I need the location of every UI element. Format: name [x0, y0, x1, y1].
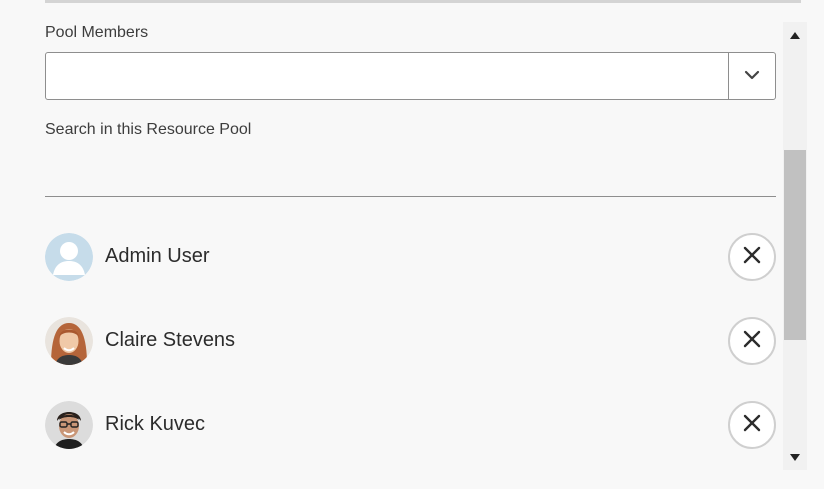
- scrollbar-thumb[interactable]: [784, 150, 806, 340]
- top-divider: [45, 0, 801, 3]
- scroll-up-button[interactable]: [783, 24, 807, 46]
- pool-members-input[interactable]: [46, 53, 728, 99]
- pool-members-combobox[interactable]: [45, 52, 776, 100]
- remove-member-button[interactable]: [728, 233, 776, 281]
- divider: [45, 196, 776, 197]
- scroll-down-button[interactable]: [783, 446, 807, 468]
- triangle-down-icon: [790, 448, 800, 466]
- close-icon: [742, 245, 762, 270]
- pool-members-dropdown-button[interactable]: [728, 53, 775, 99]
- avatar: [45, 401, 93, 449]
- member-row: Rick Kuvec: [45, 401, 776, 449]
- member-row: Admin User: [45, 233, 776, 281]
- chevron-down-icon: [744, 67, 760, 85]
- resource-pool-panel: Pool Members Search in this Resource Poo…: [0, 0, 824, 489]
- avatar: [45, 233, 93, 281]
- vertical-scrollbar[interactable]: [783, 22, 807, 470]
- close-icon: [742, 329, 762, 354]
- remove-member-button[interactable]: [728, 401, 776, 449]
- close-icon: [742, 413, 762, 438]
- member-name: Rick Kuvec: [105, 413, 206, 435]
- avatar: [45, 317, 93, 365]
- member-name: Admin User: [105, 245, 210, 267]
- remove-member-button[interactable]: [728, 317, 776, 365]
- triangle-up-icon: [790, 26, 800, 44]
- search-resource-pool-label: Search in this Resource Pool: [45, 121, 252, 138]
- member-row: Claire Stevens: [45, 317, 776, 365]
- pool-members-label: Pool Members: [45, 24, 149, 41]
- member-name: Claire Stevens: [105, 329, 236, 351]
